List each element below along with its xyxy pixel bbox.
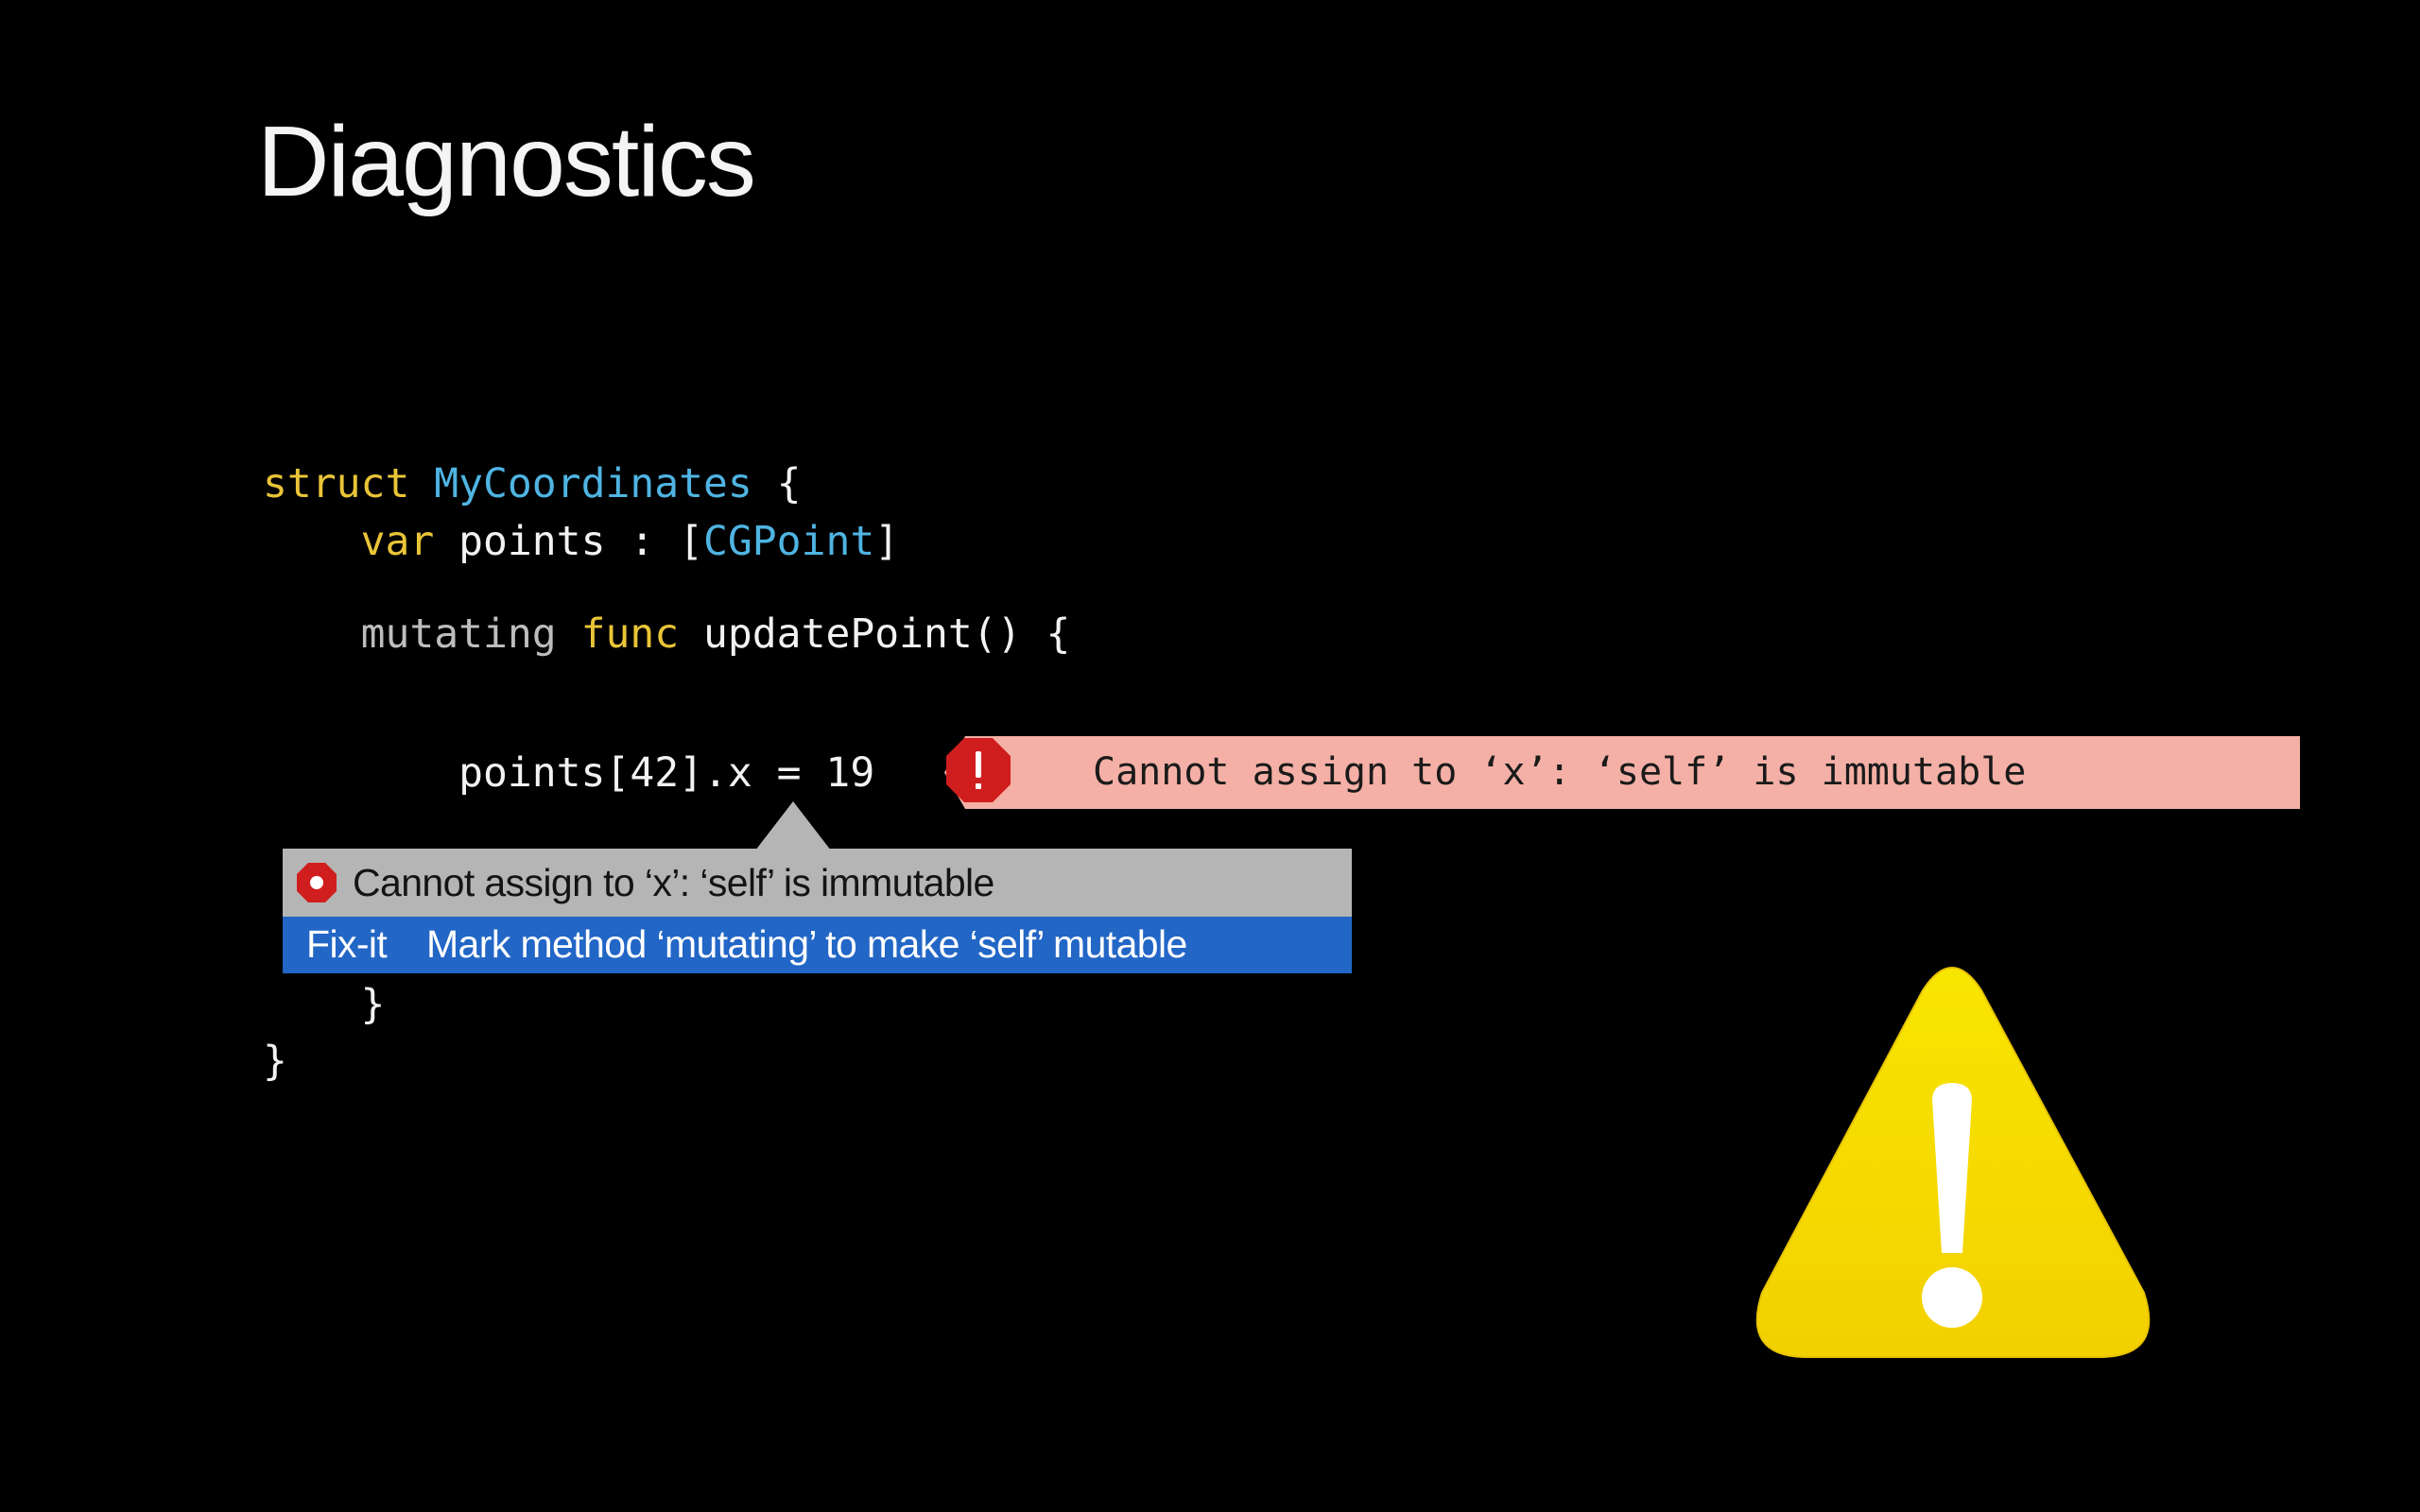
code-text: ]: [874, 518, 900, 565]
type-name: MyCoordinates: [434, 460, 752, 507]
code-line: struct MyCoordinates {: [263, 464, 802, 505]
code-text: {: [752, 460, 802, 507]
keyword: struct: [263, 460, 410, 507]
code-line-error[interactable]: points[42].x = 19: [263, 753, 874, 794]
fixit-label: Fix-it: [306, 922, 388, 966]
popup-error-row[interactable]: Cannot assign to ‘x’: ‘self’ is immutabl…: [283, 849, 1352, 917]
inline-error-banner[interactable]: Cannot assign to ‘x’: ‘self’ is immutabl…: [944, 736, 2300, 809]
code-text: points : [: [434, 518, 704, 565]
inline-error-message: Cannot assign to ‘x’: ‘self’ is immutabl…: [1093, 750, 2027, 794]
keyword: func: [580, 610, 680, 658]
fixit-text: Mark method ‘mutating’ to make ‘self’ mu…: [426, 922, 1187, 966]
code-text: updatePoint() {: [679, 610, 1071, 658]
modifier: mutating: [360, 610, 557, 658]
type-name: CGPoint: [703, 518, 875, 565]
code-line: mutating func updatePoint() {: [263, 614, 1071, 655]
error-octagon-icon: [946, 738, 1011, 802]
warning-triangle-icon: [1755, 967, 2151, 1358]
popup-error-message: Cannot assign to ‘x’: ‘self’ is immutabl…: [353, 861, 994, 904]
fixit-row[interactable]: Fix-it Mark method ‘mutating’ to make ‘s…: [283, 917, 1352, 973]
code-line: }: [263, 1038, 287, 1085]
slide-title: Diagnostics: [257, 106, 756, 217]
keyword: var: [360, 518, 435, 565]
error-octagon-icon: [297, 863, 337, 902]
code-line: var points : [CGPoint]: [263, 522, 900, 562]
code-line: }: [263, 981, 386, 1028]
popup-pointer: [755, 801, 831, 850]
